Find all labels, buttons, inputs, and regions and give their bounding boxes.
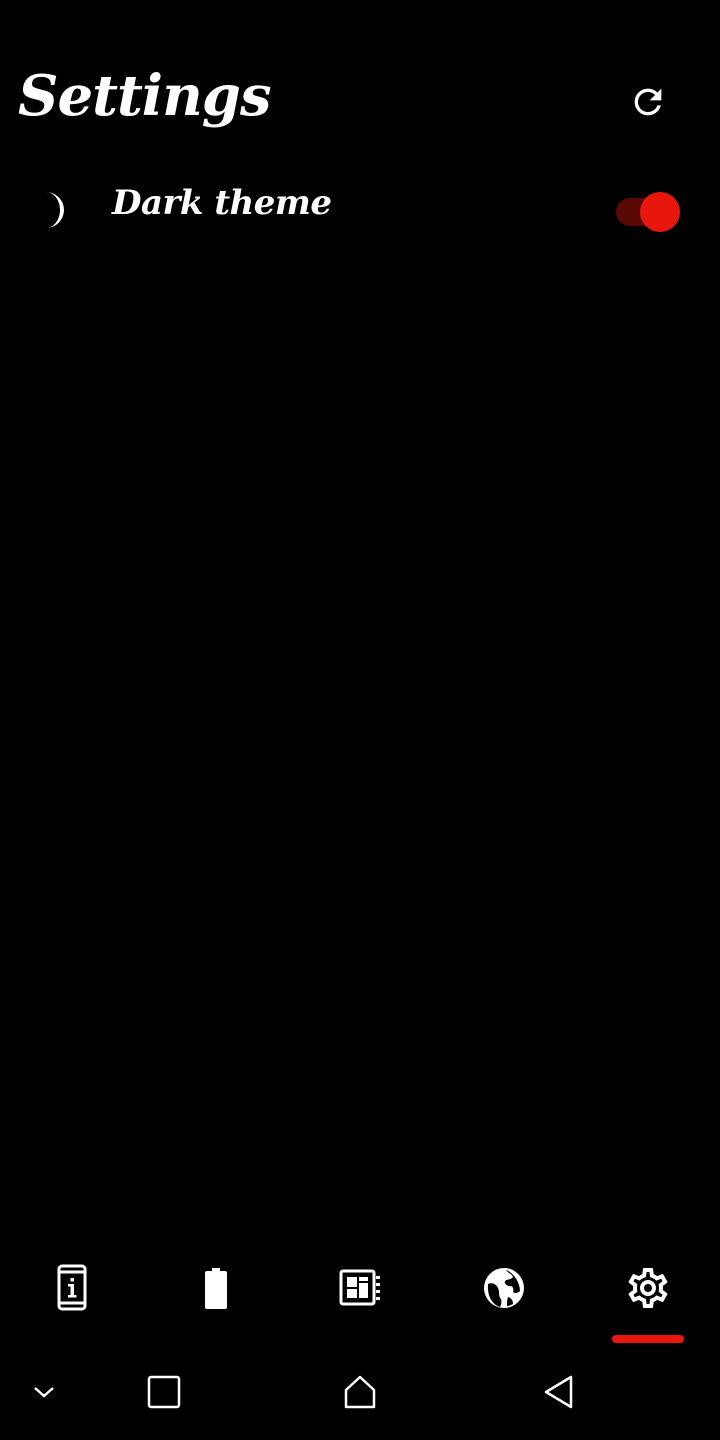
nav-item-processor[interactable] — [288, 1250, 432, 1346]
chevron-down-icon — [34, 1387, 54, 1398]
recents-icon — [147, 1375, 181, 1409]
setting-row-dark-theme[interactable]: Dark theme — [0, 170, 720, 250]
nav-item-device-info[interactable] — [0, 1250, 144, 1346]
gear-icon — [628, 1268, 668, 1308]
recents-button[interactable] — [140, 1368, 188, 1416]
refresh-button[interactable] — [624, 78, 672, 126]
back-icon — [544, 1375, 573, 1409]
back-button[interactable] — [536, 1368, 584, 1416]
device-info-icon — [57, 1264, 87, 1311]
setting-label: Dark theme — [112, 183, 332, 223]
toggle-thumb — [640, 192, 680, 232]
nav-selected-indicator — [612, 1335, 684, 1343]
moon-icon — [46, 192, 64, 228]
home-button[interactable] — [336, 1368, 384, 1416]
page-title: Settings — [18, 63, 271, 129]
nav-item-globe[interactable] — [432, 1250, 576, 1346]
dark-theme-toggle[interactable] — [614, 190, 684, 234]
battery-icon — [205, 1268, 227, 1309]
refresh-icon — [634, 88, 662, 116]
collapse-button[interactable] — [20, 1368, 68, 1416]
processor-icon — [339, 1269, 380, 1306]
nav-item-settings[interactable] — [576, 1250, 720, 1346]
nav-item-battery[interactable] — [144, 1250, 288, 1346]
globe-icon — [484, 1268, 524, 1308]
system-nav-bar — [0, 1346, 720, 1440]
home-icon — [344, 1375, 376, 1409]
bottom-nav — [0, 1250, 720, 1346]
